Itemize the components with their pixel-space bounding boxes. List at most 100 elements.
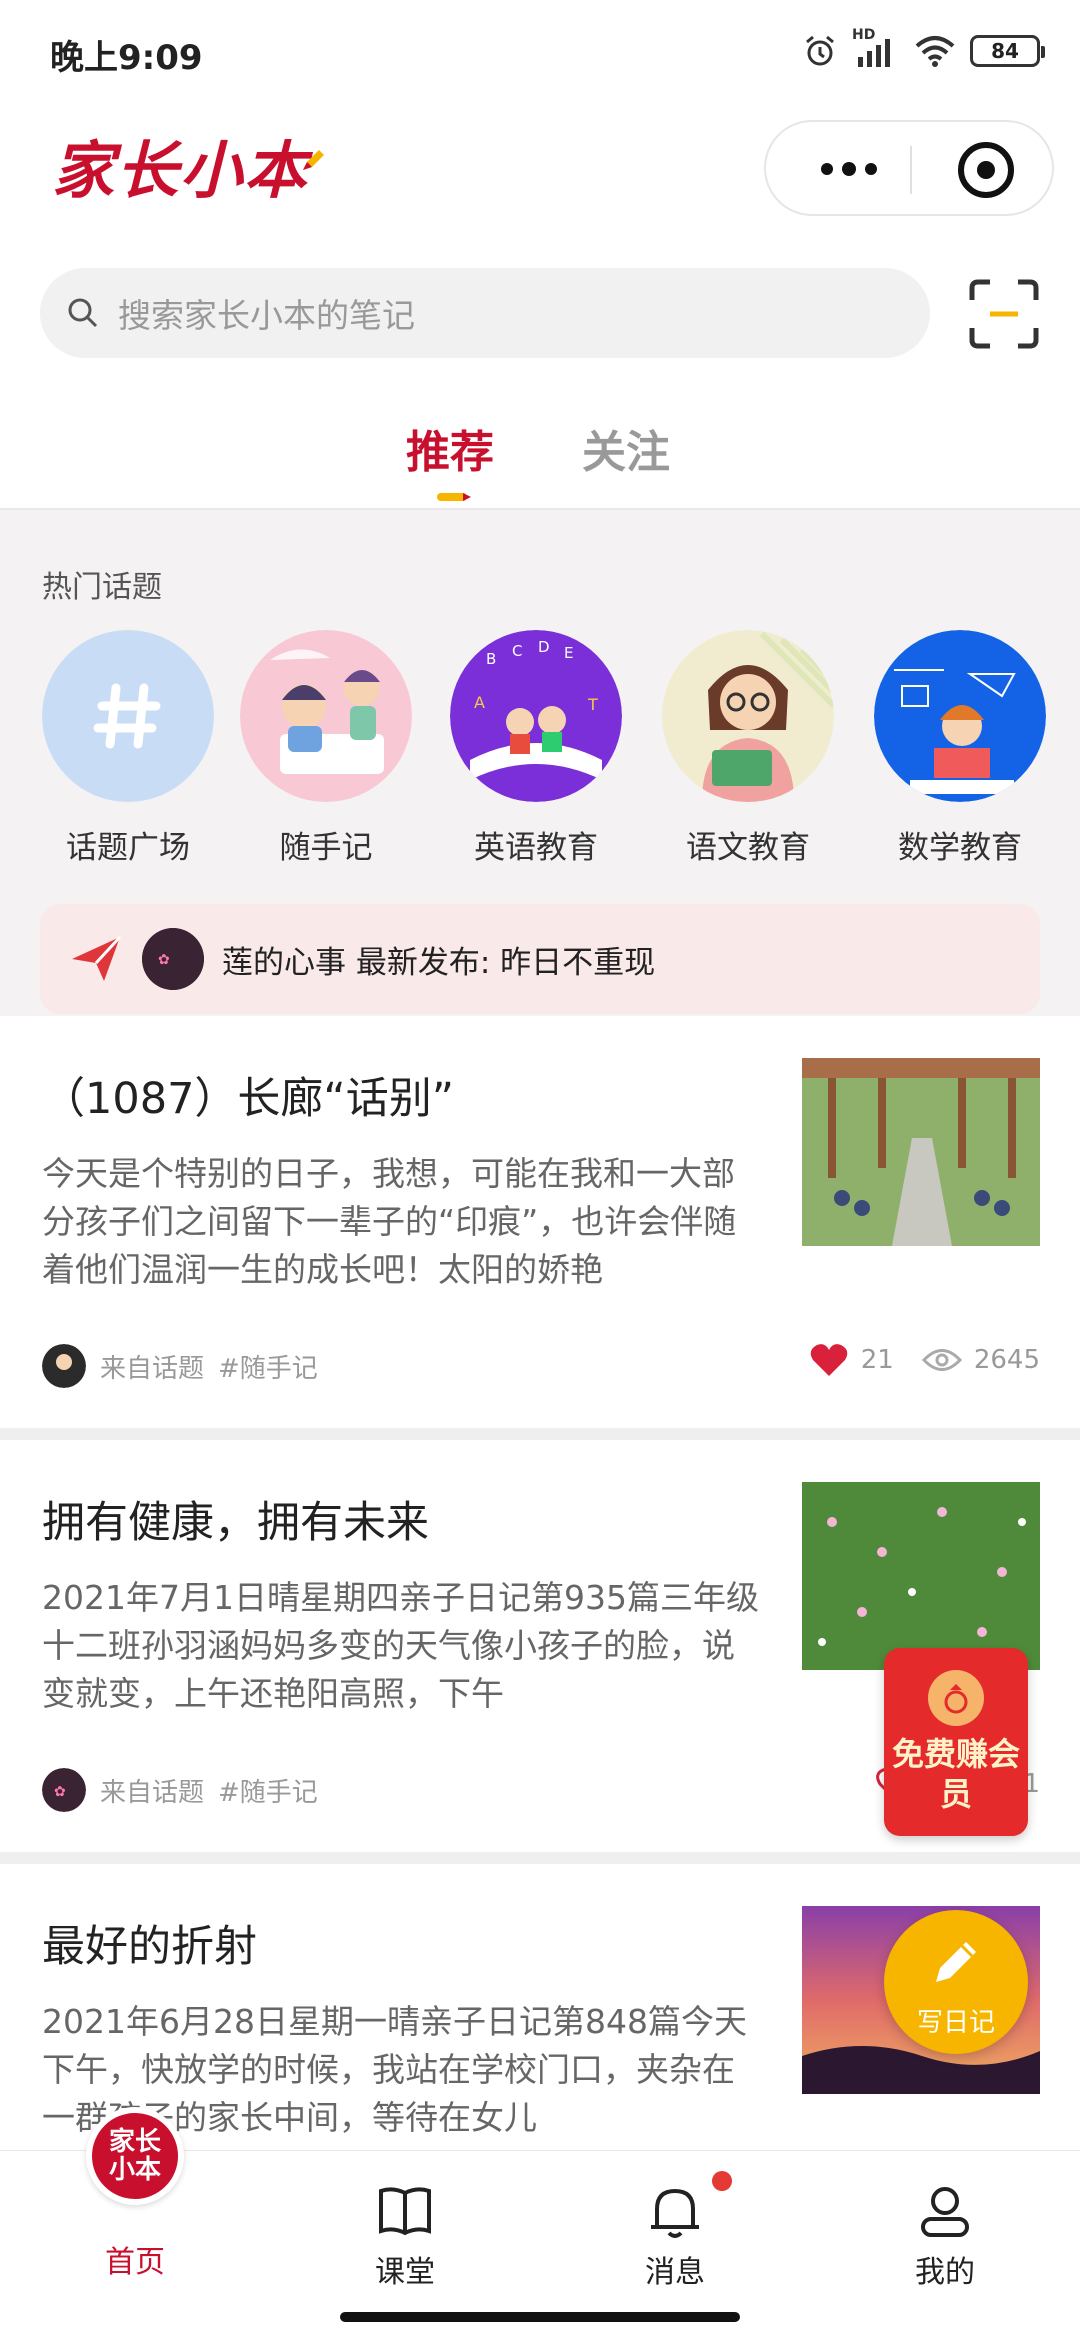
status-bar: 晚上9:09 HD 84 bbox=[0, 0, 1080, 100]
post-stats: 21 2645 bbox=[809, 1342, 1040, 1378]
english-book-illustration: BCDE A T bbox=[450, 630, 622, 802]
post-topic-tag[interactable]: #随手记 bbox=[218, 1348, 318, 1385]
topic-item[interactable]: 随手记 bbox=[240, 630, 412, 867]
status-icons: HD 84 bbox=[802, 27, 1045, 74]
svg-text:E: E bbox=[564, 644, 573, 662]
alarm-icon bbox=[806, 35, 834, 66]
nav-label: 课堂 bbox=[375, 2255, 435, 2290]
post-excerpt: 今天是个特别的日子，我想，可能在我和一大部分孩子们之间留下一辈子的“印痕”，也许… bbox=[42, 1154, 737, 1289]
nav-messages[interactable]: 消息 bbox=[540, 2151, 810, 2301]
bell-icon bbox=[651, 2188, 699, 2238]
post-thumbnail bbox=[802, 1058, 1040, 1246]
book-icon bbox=[379, 2187, 431, 2236]
capsule-divider bbox=[910, 146, 912, 194]
write-diary-label: 写日记 bbox=[916, 2008, 995, 2038]
post-card[interactable]: （1087）长廊“话别” 今天是个特别的日子，我想，可能在我和一大部分孩子们之间… bbox=[0, 1016, 1080, 1428]
tab-pencil-indicator-icon bbox=[437, 493, 471, 501]
svg-text:A: A bbox=[474, 693, 485, 712]
battery-indicator: 84 bbox=[970, 35, 1045, 67]
post-meta: ✿ 来自话题 #随手记 bbox=[42, 1768, 318, 1812]
heart-filled-icon[interactable] bbox=[809, 1342, 849, 1378]
svg-text:✿: ✿ bbox=[54, 1784, 66, 1800]
topic-item[interactable]: 数学教育 bbox=[874, 630, 1046, 867]
tab-follow[interactable]: 关注 bbox=[582, 416, 670, 480]
status-time: 晚上9:09 bbox=[50, 38, 203, 78]
logo-text: 家长小本 bbox=[52, 134, 309, 207]
kids-writing-illustration bbox=[240, 630, 412, 802]
app-logo: 家长小本 bbox=[52, 130, 325, 207]
topic-label: 话题广场 bbox=[66, 830, 190, 866]
home-logo-icon: 家长小本 bbox=[86, 2107, 184, 2205]
post-title: 最好的折射 bbox=[42, 1922, 257, 1972]
scan-icon[interactable] bbox=[968, 278, 1040, 350]
post-excerpt: 2021年7月1日晴星期四亲子日记第935篇三年级十二班孙羽涵妈妈多变的天气像小… bbox=[42, 1578, 759, 1713]
notice-text: 莲的心事 最新发布: 昨日不重现 bbox=[222, 944, 656, 981]
avatar[interactable] bbox=[42, 1344, 86, 1388]
hot-topics-list: 话题广场 随手记 BCDE A T 英语教育 语文教育 数学教育 bbox=[0, 630, 1080, 870]
topic-item[interactable]: 话题广场 bbox=[42, 630, 214, 867]
close-miniprogram-button[interactable] bbox=[958, 142, 1014, 198]
post-title: （1087）长廊“话别” bbox=[42, 1074, 454, 1124]
svg-text:C: C bbox=[512, 642, 522, 660]
svg-text:✿: ✿ bbox=[158, 952, 170, 968]
earn-vip-button[interactable]: 免费赚会员 bbox=[884, 1648, 1028, 1836]
svg-text:D: D bbox=[538, 638, 550, 656]
miniprogram-capsule bbox=[764, 120, 1054, 216]
nav-label: 消息 bbox=[645, 2255, 705, 2290]
feed-tabs: 推荐 关注 bbox=[0, 410, 1080, 510]
more-dot-icon bbox=[842, 162, 856, 176]
signal-icon: HD bbox=[852, 27, 900, 69]
money-bag-icon bbox=[928, 1670, 984, 1726]
nav-label: 我的 bbox=[915, 2255, 975, 2290]
svg-text:T: T bbox=[587, 695, 598, 714]
target-icon bbox=[977, 161, 995, 179]
nav-label: 首页 bbox=[105, 2245, 165, 2280]
post-topic-tag[interactable]: #随手记 bbox=[218, 1772, 318, 1809]
unread-dot bbox=[712, 2171, 732, 2191]
topic-label: 随手记 bbox=[279, 830, 373, 866]
topic-item[interactable]: 语文教育 bbox=[662, 630, 834, 867]
avatar: ✿ bbox=[142, 928, 204, 990]
more-dot-icon bbox=[865, 163, 877, 175]
topic-label: 数学教育 bbox=[898, 830, 1022, 866]
post-meta: 来自话题 #随手记 bbox=[42, 1344, 318, 1388]
hash-icon bbox=[42, 630, 214, 802]
hot-topics-title: 热门话题 bbox=[42, 570, 162, 605]
chinese-reading-illustration bbox=[662, 630, 834, 802]
pencil-icon bbox=[303, 150, 325, 170]
header-divider bbox=[0, 508, 1080, 510]
svg-text:B: B bbox=[486, 650, 496, 668]
nav-me[interactable]: 我的 bbox=[810, 2151, 1080, 2301]
avatar[interactable]: ✿ bbox=[42, 1768, 86, 1812]
battery-level: 84 bbox=[991, 39, 1019, 63]
card-separator bbox=[0, 1852, 1080, 1864]
view-count: 2645 bbox=[973, 1345, 1040, 1375]
wifi-icon bbox=[915, 36, 955, 67]
pencil-icon bbox=[936, 1942, 976, 1982]
home-indicator[interactable] bbox=[340, 2312, 740, 2322]
topic-label: 语文教育 bbox=[686, 830, 810, 866]
tab-recommend[interactable]: 推荐 bbox=[406, 416, 494, 480]
more-dot-icon bbox=[821, 163, 833, 175]
topic-item[interactable]: BCDE A T 英语教育 bbox=[450, 630, 622, 867]
more-button[interactable] bbox=[806, 144, 892, 194]
topic-label: 英语教育 bbox=[474, 830, 598, 866]
search-input[interactable]: 搜索家长小本的笔记 bbox=[40, 268, 930, 358]
eye-icon bbox=[921, 1349, 962, 1371]
post-source-label: 来自话题 bbox=[100, 1777, 205, 1808]
math-study-illustration bbox=[874, 630, 1046, 802]
nav-classroom[interactable]: 课堂 bbox=[270, 2151, 540, 2301]
latest-notice-banner[interactable]: ✿ 莲的心事 最新发布: 昨日不重现 bbox=[40, 904, 1040, 1014]
home-logo-text: 家长小本 bbox=[108, 2127, 161, 2185]
post-thumbnail bbox=[802, 1482, 1040, 1670]
like-count: 21 bbox=[860, 1345, 894, 1375]
nav-home[interactable]: 家长小本 首页 bbox=[0, 2107, 270, 2301]
post-title: 拥有健康，拥有未来 bbox=[42, 1498, 429, 1548]
post-source-label: 来自话题 bbox=[100, 1353, 205, 1384]
app-header: 家长小本 搜索家长小本的笔记 推荐 关注 bbox=[0, 100, 1080, 510]
search-icon bbox=[68, 298, 98, 328]
write-diary-button[interactable]: 写日记 bbox=[884, 1910, 1028, 2054]
earn-vip-label: 免费赚会员 bbox=[891, 1735, 1020, 1813]
search-placeholder: 搜索家长小本的笔记 bbox=[118, 296, 415, 335]
card-separator bbox=[0, 1428, 1080, 1440]
